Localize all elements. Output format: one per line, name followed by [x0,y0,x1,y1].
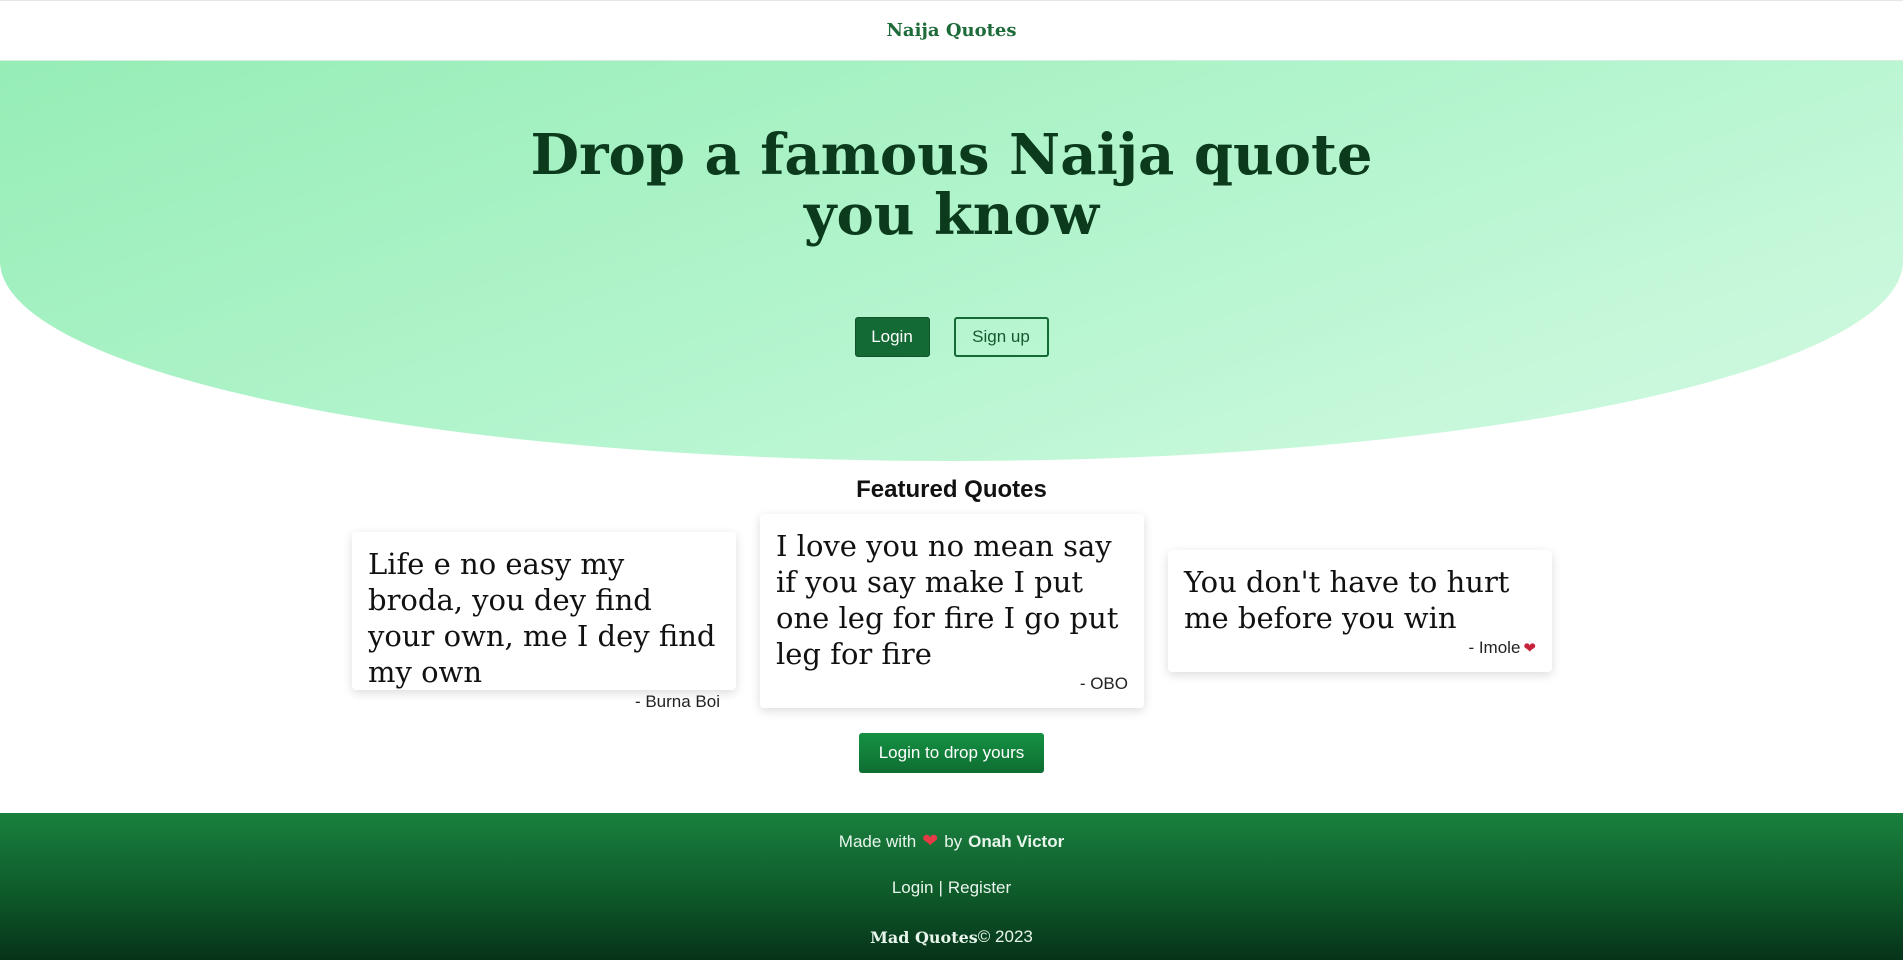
quote-author-name: - Imole [1468,638,1521,657]
heart-pulse-icon: ❤ [1523,640,1536,657]
footer-made-with: Made with [838,831,917,851]
brand-link[interactable]: Naija Quotes [886,20,1016,41]
quote-author: - Burna Boi [634,692,720,711]
quote-card: You don't have to hurt me before you win… [1168,550,1552,672]
quote-card: Life e no easy my broda, you dey find yo… [352,532,736,711]
quote-author: - OBO [1079,674,1128,693]
quote-text: You don't have to hurt me before you win [1184,565,1510,635]
footer-register-link[interactable]: Register [948,878,1011,898]
signup-button[interactable]: Sign up [953,317,1049,357]
hero-title-line-1: Drop a famous Naija quote [530,122,1373,188]
hero-title-line-2: you know [803,182,1100,248]
quote-card: I love you no mean say if you say make I… [760,514,1144,708]
footer-login-link[interactable]: Login [892,878,934,898]
hero-buttons: Login Sign up [0,317,1903,357]
footer-copyright-text: © 2023 [977,927,1033,946]
footer-copyright: Mad Quotes © 2023 [0,927,1903,947]
heart-icon: ❤ [922,831,939,852]
quote-text: I love you no mean say if you say make I… [776,529,1119,671]
footer-credit: Made with ❤ by Onah Victor [0,830,1903,853]
hero-title: Drop a famous Naija quote you know [0,125,1903,245]
footer-by: by [944,831,963,851]
footer-separator: | [938,878,943,897]
footer-brand: Mad Quotes [870,927,978,947]
footer-author-link[interactable]: Onah Victor [968,832,1064,852]
footer-links: Login | Register [0,878,1903,898]
hero-section: Drop a famous Naija quote you know Login… [0,61,1903,461]
footer: Made with ❤ by Onah Victor Login | Regis… [0,813,1903,960]
featured-quotes-heading: Featured Quotes [856,476,1047,503]
quote-text: Life e no easy my broda, you dey find yo… [368,547,716,689]
quote-author: - Imole ❤ [1184,638,1536,658]
login-button[interactable]: Login [854,317,930,357]
top-navbar: Naija Quotes [0,0,1903,61]
login-to-drop-button[interactable]: Login to drop yours [859,733,1044,773]
